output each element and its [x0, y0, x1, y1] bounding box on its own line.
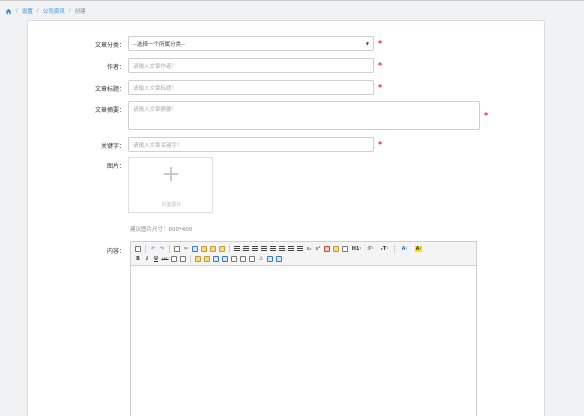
paste-word-icon[interactable]	[218, 245, 226, 253]
title-input[interactable]: 请输入文章标题！	[128, 80, 374, 95]
font-size-dropdown[interactable]: ₜT·	[378, 245, 391, 253]
remove-format-icon[interactable]	[179, 255, 187, 263]
align-left-icon[interactable]	[233, 245, 241, 253]
upload-caption: 封面图片	[161, 202, 182, 208]
required-mark: *	[378, 140, 383, 149]
summary-textarea[interactable]: 请输入文章摘要！	[128, 101, 480, 130]
required-mark: *	[484, 111, 489, 120]
anchor-icon[interactable]: ⚓	[257, 255, 265, 263]
required-mark: *	[378, 61, 383, 70]
superscript-icon[interactable]: x²	[314, 245, 322, 253]
ordered-list-icon[interactable]	[269, 245, 277, 253]
subscript-icon[interactable]: x₂	[305, 245, 313, 253]
insert-table-icon[interactable]	[230, 255, 238, 263]
cut-icon[interactable]: ✂	[182, 245, 190, 253]
multi-image-icon[interactable]	[203, 255, 211, 263]
source-icon[interactable]	[134, 245, 142, 253]
editor-content-area[interactable]	[131, 266, 476, 416]
table-icon[interactable]	[170, 255, 178, 263]
highlight-color-button[interactable]: A·	[412, 245, 425, 253]
plus-icon	[164, 167, 178, 181]
redo-icon[interactable]: ↷	[158, 245, 166, 253]
align-right-icon[interactable]	[251, 245, 259, 253]
author-label: 作者：	[106, 64, 125, 71]
page-break-icon[interactable]	[248, 255, 256, 263]
font-color-button[interactable]: A·	[398, 245, 411, 253]
copy-icon[interactable]	[191, 245, 199, 253]
toolbar-divider	[229, 245, 230, 253]
content-label: 内容：	[106, 248, 125, 255]
heading-dropdown[interactable]: H1·	[350, 245, 363, 253]
image-upload[interactable]: 封面图片	[128, 157, 213, 213]
breadcrumb-news-link[interactable]: 公司资讯	[43, 7, 65, 15]
category-select-value: --选择一个所属分类--	[133, 41, 185, 48]
keywords-input[interactable]: 请输入文章关键字！	[128, 137, 374, 152]
font-family-dropdown[interactable]: ℱ·	[364, 245, 377, 253]
outdent-icon[interactable]	[296, 245, 304, 253]
chevron-down-icon: ▼	[365, 41, 369, 46]
toolbar-row-2: B I U ABC ⚓	[134, 254, 473, 264]
title-label: 文章标题：	[94, 86, 125, 93]
paste-text-icon[interactable]	[209, 245, 217, 253]
flash-icon[interactable]	[212, 255, 220, 263]
author-input[interactable]: 请输入文章作者！	[128, 58, 374, 73]
clear-format-icon[interactable]	[323, 245, 331, 253]
underline-button[interactable]: U	[152, 255, 160, 263]
toolbar-divider	[394, 245, 395, 253]
summary-label: 文章摘要：	[94, 107, 125, 114]
editor-toolbar: ↶ ↷ ✂ x₂ x² H1· ℱ· ₜT· A· A· B I U ABC ⚓	[131, 242, 476, 266]
toolbar-divider	[190, 255, 191, 263]
unlink-icon[interactable]	[275, 255, 283, 263]
unordered-list-icon[interactable]	[278, 245, 286, 253]
strikethrough-button[interactable]: ABC	[161, 255, 169, 263]
image-size-hint: 建议图片尺寸：600*400	[130, 227, 193, 233]
horizontal-rule-icon[interactable]	[239, 255, 247, 263]
link-icon[interactable]	[266, 255, 274, 263]
align-center-icon[interactable]	[242, 245, 250, 253]
image-label: 图片：	[106, 163, 125, 170]
media-icon[interactable]	[221, 255, 229, 263]
indent-icon[interactable]	[287, 245, 295, 253]
italic-button[interactable]: I	[143, 255, 151, 263]
keywords-label: 关键字：	[100, 143, 125, 150]
highlight-color-label: A·	[414, 246, 423, 252]
breadcrumb-settings-link[interactable]: 设置	[22, 7, 33, 15]
category-select[interactable]: --选择一个所属分类-- ▼	[128, 36, 374, 51]
toolbar-row-1: ↶ ↷ ✂ x₂ x² H1· ℱ· ₜT· A· A·	[134, 244, 473, 254]
toolbar-divider	[145, 245, 146, 253]
paste-icon[interactable]	[200, 245, 208, 253]
breadcrumb-separator: /	[36, 8, 39, 14]
toolbar-divider	[169, 245, 170, 253]
image-insert-icon[interactable]	[194, 255, 202, 263]
undo-icon[interactable]: ↶	[149, 245, 157, 253]
breadcrumb-separator: /	[16, 8, 18, 14]
breadcrumb-separator: /	[68, 8, 71, 14]
top-border	[0, 0, 584, 1]
select-all-icon[interactable]	[332, 245, 340, 253]
category-label: 文章分类：	[94, 42, 125, 49]
breadcrumb: / 设置 / 公司资讯 / 创建	[5, 7, 86, 15]
required-mark: *	[378, 39, 383, 48]
home-icon[interactable]	[5, 8, 12, 15]
required-mark: *	[378, 83, 383, 92]
rich-text-editor: ↶ ↷ ✂ x₂ x² H1· ℱ· ₜT· A· A· B I U ABC ⚓	[130, 241, 477, 416]
preview-icon[interactable]	[173, 245, 181, 253]
bold-button[interactable]: B	[134, 255, 142, 263]
align-justify-icon[interactable]	[260, 245, 268, 253]
format-painter-icon[interactable]	[341, 245, 349, 253]
breadcrumb-current: 创建	[74, 9, 86, 15]
